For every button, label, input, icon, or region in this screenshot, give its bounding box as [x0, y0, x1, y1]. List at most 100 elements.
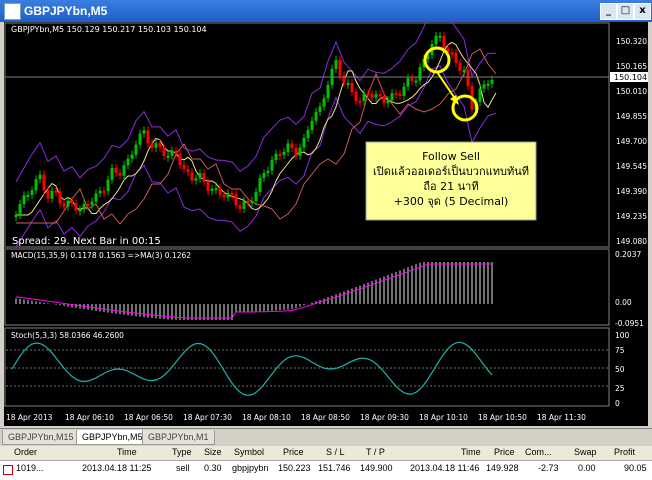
candle-body	[274, 153, 278, 160]
chart-info-label: GBPJPYbn,M5 150.129 150.217 150.103 150.…	[11, 25, 207, 34]
candle-body	[114, 168, 118, 173]
stoch-tick-50: 50	[615, 365, 625, 374]
candle-body	[258, 178, 262, 192]
table-row[interactable]: 1019... 2013.04.18 11:25 sell 0.30 gbpjp…	[0, 462, 652, 476]
maximize-button[interactable]: □	[617, 3, 634, 20]
time-tick-label: 18 Apr 11:30	[537, 413, 586, 422]
candle-body	[338, 59, 342, 76]
candle-body	[302, 138, 306, 148]
col-commission[interactable]: Com...	[525, 447, 552, 457]
candle-body	[434, 35, 438, 45]
col-profit[interactable]: Profit	[614, 447, 635, 457]
candle-body	[90, 201, 94, 206]
candle-body	[310, 120, 314, 131]
candle-body	[406, 78, 410, 87]
time-tick-label: 18 Apr 06:10	[65, 413, 114, 422]
macd-label: MACD(15,35,9) 0.1178 0.1563 =>MA(3) 0.12…	[11, 251, 191, 260]
candle-body	[466, 70, 470, 87]
tab-gbpjpy-m1[interactable]: GBPJPYbn,M1	[142, 430, 215, 445]
col-size[interactable]: Size	[204, 447, 222, 457]
time-tick-label: 18 Apr 2013	[6, 413, 53, 422]
col-symbol[interactable]: Symbol	[234, 447, 264, 457]
col-order[interactable]: Order	[14, 447, 37, 457]
annotation-line-2: เปิดแล้วออเดอร์เป็นบวกแทบทันที	[373, 164, 529, 178]
chart-area[interactable]: GBPJPYbn,M5 150.129 150.217 150.103 150.…	[4, 0, 648, 426]
price-panel[interactable]: GBPJPYbn,M5 150.129 150.217 150.103 150.…	[4, 0, 648, 248]
candle-body	[174, 150, 178, 155]
price-tick-label: 150.320	[616, 37, 647, 46]
spread-label: Spread: 29. Next Bar in 00:15	[12, 236, 161, 247]
candle-body	[238, 205, 242, 209]
candle-body	[290, 143, 294, 149]
candle-body	[398, 93, 402, 96]
candle-body	[54, 190, 58, 193]
price-tick-label: 149.855	[616, 112, 647, 121]
candle-body	[154, 143, 158, 148]
candle-body	[186, 169, 190, 173]
price-tick-label: 149.700	[616, 137, 647, 146]
tab-gbpjpy-m5[interactable]: GBPJPYbn,M5	[76, 430, 149, 445]
candle-body	[482, 84, 486, 89]
col-time[interactable]: Time	[117, 447, 137, 457]
stoch-tick-0: 0	[615, 399, 620, 408]
candle-body	[86, 204, 90, 207]
candle-body	[126, 158, 130, 166]
candle-body	[278, 153, 282, 156]
close-button[interactable]: x	[634, 3, 651, 20]
time-tick-label: 18 Apr 06:50	[124, 413, 173, 422]
col-close-price[interactable]: Price	[494, 447, 515, 457]
macd-tick-top: 0.2037	[615, 250, 641, 259]
candle-body	[166, 155, 170, 158]
candle-body	[18, 203, 22, 215]
col-sl[interactable]: S / L	[326, 447, 345, 457]
macd-panel[interactable]: MACD(15,35,9) 0.1178 0.1563 =>MA(3) 0.12…	[4, 248, 644, 328]
col-tp[interactable]: T / P	[366, 447, 385, 457]
candle-body	[22, 195, 26, 204]
candle-body	[254, 191, 258, 201]
stochastic-panel[interactable]: Stoch(5,3,3) 58.0366 46.2600 100 75 50 2…	[4, 327, 630, 408]
col-price[interactable]: Price	[283, 447, 304, 457]
time-tick-label: 18 Apr 08:10	[242, 413, 291, 422]
candle-body	[378, 94, 382, 97]
col-close-time[interactable]: Time	[461, 447, 481, 457]
candle-body	[270, 159, 274, 171]
candle-body	[66, 200, 70, 207]
candle-body	[382, 95, 386, 104]
candle-body	[458, 62, 462, 71]
candle-body	[98, 190, 102, 194]
candle-body	[326, 84, 330, 99]
col-type[interactable]: Type	[172, 447, 192, 457]
candle-body	[318, 106, 322, 112]
col-swap[interactable]: Swap	[574, 447, 597, 457]
candle-body	[266, 170, 270, 174]
candle-body	[322, 98, 326, 107]
candle-body	[282, 151, 286, 155]
candle-body	[314, 111, 318, 121]
candle-body	[122, 165, 126, 176]
candle-body	[58, 191, 62, 204]
stoch-tick-25: 25	[615, 384, 625, 393]
candle-body	[370, 93, 374, 98]
candle-body	[306, 130, 310, 139]
candle-body	[334, 59, 338, 69]
minimize-button[interactable]: _	[600, 3, 617, 20]
candle-body	[70, 200, 74, 204]
candle-body	[442, 35, 446, 49]
chart-tabs: GBPJPYbn,M15 GBPJPYbn,M5 GBPJPYbn,M1	[0, 428, 652, 445]
time-axis: 18 Apr 2013 18 Apr 06:10 18 Apr 06:50 18 Ap…	[6, 413, 586, 422]
candle-body	[190, 172, 194, 181]
candle-body	[230, 192, 234, 195]
price-tick-label: 150.165	[616, 62, 647, 71]
candle-body	[366, 93, 370, 96]
candle-body	[438, 35, 442, 38]
candle-body	[402, 86, 406, 96]
candle-body	[106, 179, 110, 191]
candle-body	[170, 150, 174, 156]
candle-body	[218, 188, 222, 195]
candle-body	[386, 100, 390, 104]
tab-gbpjpy-m15[interactable]: GBPJPYbn,M15	[2, 430, 80, 445]
candle-body	[394, 93, 398, 96]
candle-body	[418, 67, 422, 81]
candle-body	[486, 83, 490, 86]
candle-body	[250, 200, 254, 203]
